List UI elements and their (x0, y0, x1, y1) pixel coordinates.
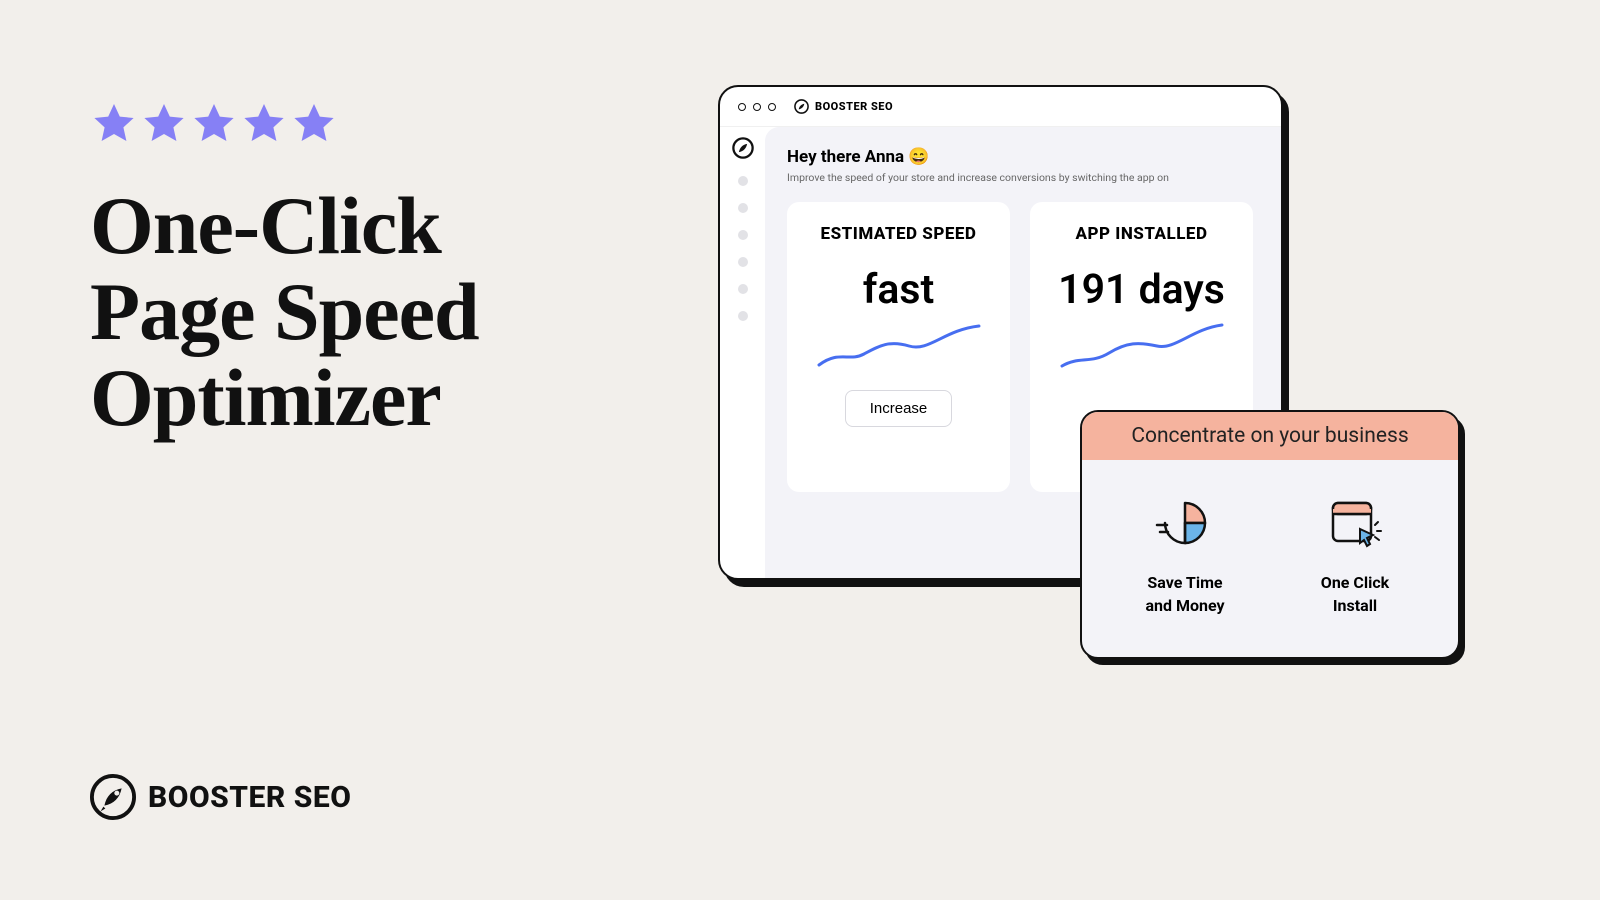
star-icon (140, 100, 188, 148)
card-value: fast (863, 266, 934, 314)
feature-label: One Click Install (1321, 571, 1389, 617)
nav-item[interactable] (738, 311, 748, 321)
brand-logo: BOOSTER SEO (90, 774, 351, 820)
sidebar (720, 127, 765, 578)
browser-click-icon (1325, 495, 1385, 555)
window-dot (753, 103, 761, 111)
star-icon (240, 100, 288, 148)
trend-line-icon (1057, 320, 1227, 374)
card-title: ESTIMATED SPEED (821, 224, 977, 244)
overlay-card: Concentrate on your business Save Time a… (1080, 410, 1460, 659)
rocket-icon (90, 774, 136, 820)
window-titlebar: BOOSTER SEO (720, 87, 1281, 127)
nav-item[interactable] (738, 230, 748, 240)
brand-name: BOOSTER SEO (148, 780, 351, 815)
overlay-header: Concentrate on your business (1082, 412, 1458, 460)
rocket-icon (732, 137, 754, 159)
feature-save-time: Save Time and Money (1115, 495, 1255, 617)
trend-line-icon (814, 320, 984, 374)
greeting-text: Hey there Anna 😄 (787, 147, 1259, 167)
nav-item[interactable] (738, 284, 748, 294)
window-dot (768, 103, 776, 111)
headline-line: One-Click (90, 180, 441, 271)
star-icon (190, 100, 238, 148)
feature-one-click: One Click Install (1285, 495, 1425, 617)
titlebar-brand: BOOSTER SEO (815, 100, 893, 113)
star-icon (90, 100, 138, 148)
clock-chart-icon (1155, 495, 1215, 555)
window-dot (738, 103, 746, 111)
headline: One-Click Page Speed Optimizer (90, 183, 479, 441)
increase-button[interactable]: Increase (845, 390, 953, 427)
greeting-subtext: Improve the speed of your store and incr… (787, 171, 1259, 184)
card-value: 191 days (1058, 266, 1225, 314)
rating-stars (90, 100, 479, 148)
titlebar-logo: BOOSTER SEO (794, 99, 893, 114)
star-icon (290, 100, 338, 148)
nav-item[interactable] (738, 257, 748, 267)
rocket-icon (794, 99, 809, 114)
card-title: APP INSTALLED (1076, 224, 1208, 244)
feature-label: Save Time and Money (1145, 571, 1224, 617)
nav-item[interactable] (738, 203, 748, 213)
headline-line: Page Speed (90, 266, 479, 357)
card-estimated-speed: ESTIMATED SPEED fast Increase (787, 202, 1010, 492)
nav-item[interactable] (738, 176, 748, 186)
headline-line: Optimizer (90, 352, 441, 443)
